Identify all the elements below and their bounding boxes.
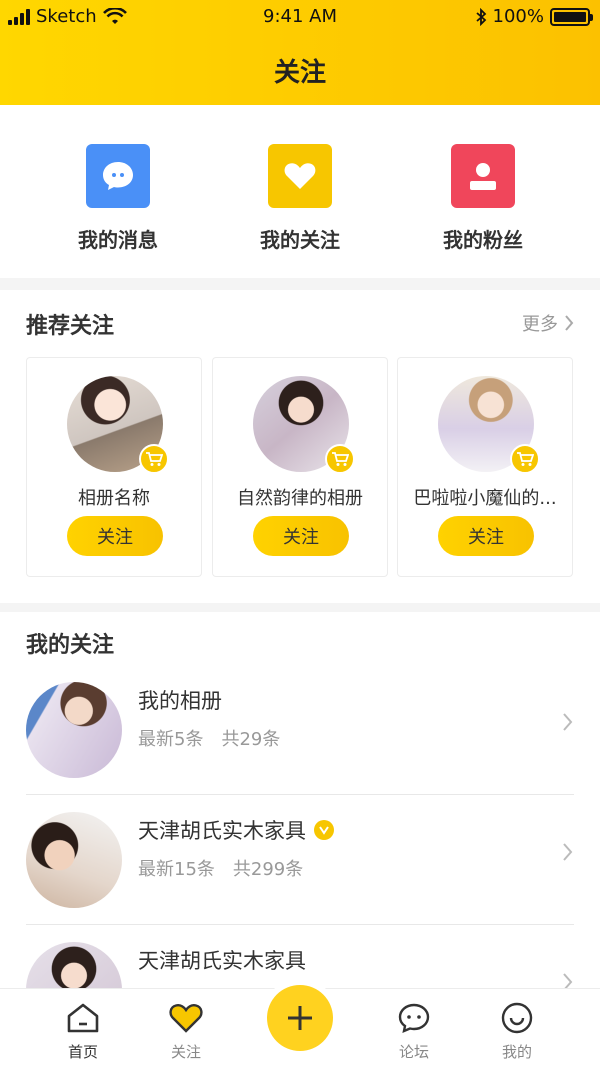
avatar — [26, 682, 122, 778]
row-name: 天津胡氏实木家具 — [138, 945, 306, 975]
row-name-text: 天津胡氏实木家具 — [138, 949, 306, 973]
recommend-card[interactable]: 巴啦啦小魔仙的... 关注 — [397, 357, 573, 577]
list-item[interactable]: 天津胡氏实木家具 最新15条 共299条 — [26, 795, 574, 925]
quick-action-label: 我的关注 — [260, 228, 340, 252]
tab-forum[interactable]: 论坛 — [374, 1001, 454, 1062]
heart-icon — [146, 1001, 226, 1035]
row-name: 我的相册 — [138, 685, 222, 715]
quick-action-following[interactable]: 我的关注 — [230, 144, 370, 253]
recommended-section: 推荐关注 更多 相册名称 关注 自然韵律的相册 关注 巴啦啦小魔仙的... 关注 — [0, 290, 600, 603]
header-bar: Sketch 9:41 AM 100% 关注 — [0, 0, 600, 105]
tab-label: 我的 — [501, 1043, 532, 1061]
row-latest: 最新5条 — [138, 729, 204, 750]
chevron-right-icon — [563, 843, 573, 861]
chat-bubble-icon — [86, 144, 150, 208]
row-total: 共29条 — [221, 729, 281, 750]
quick-action-messages[interactable]: 我的消息 — [48, 144, 188, 253]
user-icon — [451, 144, 515, 208]
tab-following[interactable]: 关注 — [146, 1001, 226, 1062]
row-name: 天津胡氏实木家具 — [138, 815, 334, 845]
tab-profile[interactable]: 我的 — [477, 1001, 557, 1062]
chevron-right-icon — [563, 713, 573, 731]
more-link[interactable]: 更多 — [522, 310, 574, 336]
card-name: 自然韵律的相册 — [237, 488, 363, 509]
follow-button[interactable]: 关注 — [438, 516, 534, 556]
page-title: 关注 — [273, 58, 326, 88]
row-latest: 最新15条 — [138, 859, 215, 880]
tab-label: 关注 — [170, 1043, 201, 1061]
row-name-text: 天津胡氏实木家具 — [138, 819, 306, 843]
follow-button[interactable]: 关注 — [67, 516, 163, 556]
avatar-wrap — [67, 376, 169, 474]
tab-label: 论坛 — [398, 1043, 429, 1061]
plus-icon — [288, 1006, 312, 1030]
quick-action-fans[interactable]: 我的粉丝 — [413, 144, 553, 253]
chevron-right-icon — [565, 315, 574, 331]
avatar-wrap — [253, 376, 355, 474]
row-total: 共299条 — [232, 859, 304, 880]
shop-cart-icon — [139, 444, 169, 474]
row-meta: 最新5条 共29条 — [138, 725, 280, 751]
quick-action-label: 我的粉丝 — [443, 228, 523, 252]
list-item[interactable]: 我的相册 最新5条 共29条 — [26, 665, 574, 795]
status-bar: Sketch 9:41 AM 100% — [0, 0, 600, 34]
section-title: 我的关注 — [26, 633, 115, 658]
battery-icon — [550, 7, 593, 26]
tab-label: 首页 — [67, 1043, 98, 1061]
shop-cart-icon — [510, 444, 540, 474]
card-name: 巴啦啦小魔仙的... — [413, 488, 557, 509]
avatar-wrap — [438, 376, 540, 474]
profile-icon — [477, 1001, 557, 1035]
row-meta: 最新15条 共299条 — [138, 855, 303, 881]
tab-home[interactable]: 首页 — [43, 1001, 123, 1062]
recommend-card[interactable]: 相册名称 关注 — [26, 357, 202, 577]
battery-percent: 100% — [492, 6, 544, 27]
quick-action-label: 我的消息 — [78, 228, 158, 252]
verified-icon — [314, 820, 334, 840]
publish-button[interactable] — [267, 985, 333, 1051]
quick-actions: 我的消息 我的关注 我的粉丝 — [0, 105, 600, 278]
recommend-card[interactable]: 自然韵律的相册 关注 — [212, 357, 388, 577]
shop-cart-icon — [325, 444, 355, 474]
my-follows-section: 我的关注 我的相册 最新5条 共29条 天津胡氏实木家具 最新15条 共299条 天… — [0, 612, 600, 1002]
follow-button[interactable]: 关注 — [253, 516, 349, 556]
section-title: 推荐关注 — [26, 314, 115, 339]
avatar — [26, 812, 122, 908]
bluetooth-icon — [475, 7, 486, 26]
more-label: 更多 — [522, 314, 558, 335]
card-name: 相册名称 — [78, 488, 150, 509]
forum-icon — [374, 1001, 454, 1035]
status-right: 100% — [475, 6, 593, 27]
tab-bar: 首页 关注 论坛 我的 — [0, 985, 600, 1067]
home-icon — [43, 1001, 123, 1035]
row-name-text: 我的相册 — [138, 689, 222, 713]
heart-icon — [268, 144, 332, 208]
